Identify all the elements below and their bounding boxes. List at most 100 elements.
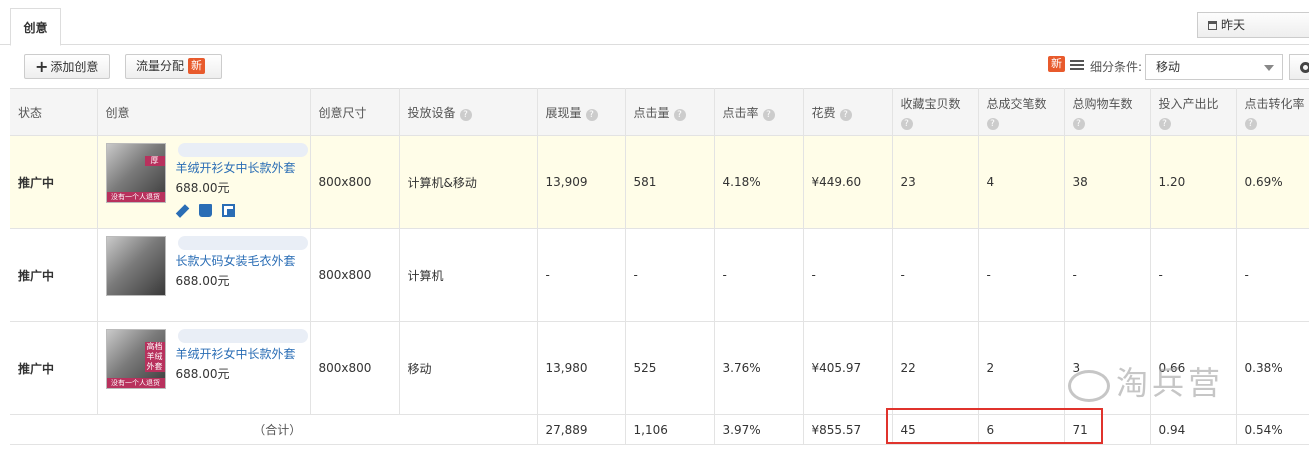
help-icon[interactable]: ? — [762, 108, 775, 121]
col-cost[interactable]: 花费? — [803, 88, 893, 136]
help-icon[interactable]: ? — [1158, 117, 1171, 130]
creative-thumbnail[interactable] — [105, 236, 166, 296]
total-clicks: 1,106 — [625, 414, 715, 445]
total-impressions: 27,889 — [537, 414, 626, 445]
col-ctr[interactable]: 点击率? — [714, 88, 804, 136]
device-cell: 移动 — [399, 321, 538, 415]
segment-select[interactable]: 移动 — [1145, 54, 1283, 80]
caret-down-icon — [1264, 65, 1274, 71]
orders-cell: - — [978, 228, 1065, 322]
help-icon[interactable]: ? — [986, 117, 999, 130]
impressions-cell: - — [537, 228, 626, 322]
segment-select-value: 移动 — [1156, 60, 1181, 74]
help-icon[interactable]: ? — [839, 108, 852, 121]
help-icon[interactable]: ? — [585, 108, 598, 121]
impressions-cell: 13,980 — [537, 321, 626, 415]
tab-creative[interactable]: 创意 — [10, 8, 61, 46]
toolbar: + 添加创意 流量分配新 新 细分条件: 移动 — [0, 46, 1309, 88]
plus-icon: + — [35, 57, 49, 76]
col-device: 投放设备? — [399, 88, 538, 136]
copy-icon[interactable] — [221, 204, 235, 217]
favorites-cell: 22 — [892, 321, 979, 415]
impressions-cell: 13,909 — [537, 135, 626, 229]
col-status: 状态 — [10, 88, 98, 136]
redacted-text — [177, 329, 308, 343]
cost-cell: - — [803, 228, 893, 322]
total-orders: 6 — [978, 414, 1065, 445]
total-cart: 71 — [1064, 414, 1151, 445]
add-creative-button[interactable]: + 添加创意 — [24, 54, 110, 79]
thumb-tag: 厚 — [144, 156, 165, 166]
ctr-cell: 3.76% — [714, 321, 804, 415]
creative-cell: 厚 没有一个人退货 羊绒开衫女中长款外套 688.00元 — [97, 135, 311, 229]
size-cell: 800x800 — [310, 228, 400, 322]
date-picker-button[interactable]: 昨天 — [1197, 12, 1309, 38]
list-icon — [1070, 60, 1084, 70]
creative-price: 688.00元 — [175, 367, 230, 381]
row-actions — [175, 203, 245, 218]
edit-icon[interactable] — [175, 203, 189, 218]
help-icon[interactable]: ? — [900, 117, 913, 130]
cost-cell: ¥449.60 — [803, 135, 893, 229]
help-icon[interactable]: ? — [459, 108, 472, 121]
favorites-cell: - — [892, 228, 979, 322]
total-favorites: 45 — [892, 414, 979, 445]
col-roi[interactable]: 投入产出比? — [1150, 88, 1237, 136]
total-label: （合计） — [10, 414, 538, 445]
creative-price: 688.00元 — [175, 181, 230, 195]
cvr-cell: 0.69% — [1236, 135, 1309, 229]
roi-cell: - — [1150, 228, 1237, 322]
cost-cell: ¥405.97 — [803, 321, 893, 415]
filter-new-badge: 新 — [1048, 56, 1065, 72]
creative-title-link[interactable]: 长款大码女装毛衣外套 — [176, 252, 296, 269]
col-cvr[interactable]: 点击转化率? — [1236, 88, 1309, 136]
table-row: 推广中 长款大码女装毛衣外套 688.00元 800x800 计算机 - - -… — [10, 228, 1309, 322]
clicks-cell: - — [625, 228, 715, 322]
help-icon[interactable]: ? — [673, 108, 686, 121]
traffic-allocation-button[interactable]: 流量分配新 — [125, 54, 222, 79]
help-icon[interactable]: ? — [1244, 117, 1257, 130]
delete-icon[interactable] — [198, 204, 212, 217]
filter-label: 细分条件: — [1090, 60, 1143, 74]
calendar-icon — [1208, 21, 1217, 30]
traffic-allocation-label: 流量分配 — [136, 59, 185, 73]
total-roi: 0.94 — [1150, 414, 1237, 445]
col-clicks[interactable]: 点击量? — [625, 88, 715, 136]
col-orders[interactable]: 总成交笔数? — [978, 88, 1065, 136]
total-cost: ¥855.57 — [803, 414, 893, 445]
creative-cell: 高档羊绒外套 没有一个人退货 羊绒开衫女中长款外套 688.00元 — [97, 321, 311, 415]
redacted-text — [177, 236, 308, 250]
clicks-cell: 581 — [625, 135, 715, 229]
device-cell: 计算机 — [399, 228, 538, 322]
orders-cell: 4 — [978, 135, 1065, 229]
col-favorites[interactable]: 收藏宝贝数? — [892, 88, 979, 136]
table-header-row: 状态 创意 创意尺寸 投放设备? 展现量? 点击量? 点击率? 花费? 收藏宝贝… — [10, 88, 1309, 136]
thumb-tag: 高档羊绒外套 — [144, 342, 165, 372]
col-creative: 创意 — [97, 88, 311, 136]
status-cell: 推广中 — [10, 135, 98, 229]
creative-title-link[interactable]: 羊绒开衫女中长款外套 — [176, 345, 296, 362]
col-cart[interactable]: 总购物车数? — [1064, 88, 1151, 136]
filter-new-badge-wrap: 新 — [1048, 56, 1065, 72]
total-row: （合计） 27,889 1,106 3.97% ¥855.57 45 6 71 … — [10, 414, 1309, 445]
table-row: 推广中 厚 没有一个人退货 羊绒开衫女中长款外套 688.00元 800x800… — [10, 135, 1309, 229]
creative-title-link[interactable]: 羊绒开衫女中长款外套 — [176, 159, 296, 176]
roi-cell: 1.20 — [1150, 135, 1237, 229]
thumb-banner: 没有一个人退货 — [106, 378, 165, 388]
cart-cell: - — [1064, 228, 1151, 322]
device-cell: 计算机&移动 — [399, 135, 538, 229]
cart-cell: 38 — [1064, 135, 1151, 229]
watermark: 淘兵营 — [1068, 358, 1224, 404]
creative-thumbnail[interactable]: 高档羊绒外套 没有一个人退货 — [105, 329, 166, 389]
help-icon[interactable]: ? — [1072, 117, 1085, 130]
col-impressions[interactable]: 展现量? — [537, 88, 626, 136]
redacted-text — [177, 143, 308, 157]
status-cell: 推广中 — [10, 228, 98, 322]
creative-thumbnail[interactable]: 厚 没有一个人退货 — [105, 143, 166, 203]
cvr-cell: 0.38% — [1236, 321, 1309, 415]
creative-price: 688.00元 — [175, 274, 230, 288]
clicks-cell: 525 — [625, 321, 715, 415]
thumb-banner: 没有一个人退货 — [106, 192, 165, 202]
settings-button[interactable] — [1289, 54, 1309, 80]
favorites-cell: 23 — [892, 135, 979, 229]
